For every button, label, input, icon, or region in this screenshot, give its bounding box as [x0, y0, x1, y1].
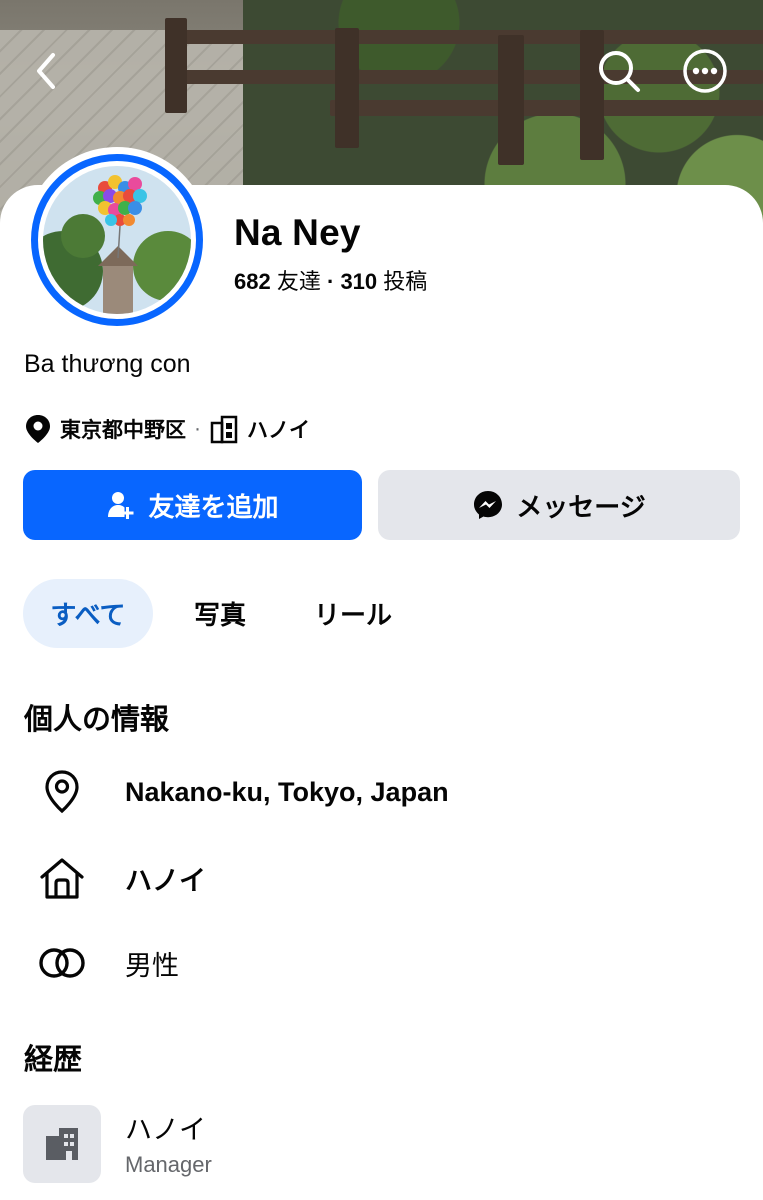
- map-pin-icon: [26, 415, 50, 443]
- stats-separator: ·: [326, 269, 335, 294]
- location-summary: 東京都中野区 · ハノイ: [24, 412, 310, 446]
- tab-photos[interactable]: 写真: [170, 579, 270, 648]
- info-hometown-row[interactable]: ハノイ: [0, 848, 763, 908]
- profile-bio: Ba thương con: [24, 350, 191, 378]
- home-icon: [36, 852, 88, 904]
- fence-rail: [330, 100, 763, 116]
- career-title: 経歴: [24, 1044, 83, 1076]
- message-button[interactable]: メッセージ: [378, 470, 740, 540]
- info-hometown-text: ハノイ: [125, 865, 206, 896]
- chevron-left-icon: [37, 53, 55, 89]
- posts-count: 310: [340, 269, 378, 294]
- more-horizontal-icon: [683, 49, 727, 93]
- profile-stats[interactable]: 682 友達 · 310 投稿: [234, 264, 427, 296]
- friends-count: 682: [234, 269, 271, 294]
- personal-info-title: 個人の情報: [24, 704, 170, 736]
- search-icon: [599, 51, 640, 92]
- profile-avatar[interactable]: [24, 147, 210, 333]
- fence-rail: [170, 30, 763, 44]
- building-icon: [210, 415, 238, 444]
- more-options-button[interactable]: [679, 45, 731, 97]
- fence-post: [165, 18, 187, 113]
- profile-name: Na Ney: [234, 212, 361, 253]
- back-button[interactable]: [20, 45, 72, 97]
- info-location-text: Nakano-ku, Tokyo, Japan: [125, 776, 449, 807]
- messenger-icon: [474, 491, 503, 519]
- current-city: 東京都中野区: [60, 419, 186, 442]
- workplace-icon[interactable]: [23, 1105, 101, 1183]
- career-workplace-name[interactable]: ハノイ: [125, 1108, 206, 1147]
- tab-all[interactable]: すべて: [23, 579, 153, 648]
- profile-card: [0, 185, 763, 1200]
- location-pin-outline-icon: [36, 766, 88, 818]
- search-button[interactable]: [593, 45, 645, 97]
- story-ring: [31, 154, 203, 326]
- info-gender-text: 男性: [125, 950, 179, 981]
- fence-rail: [180, 70, 763, 84]
- add-friend-label: 友達を追加: [148, 491, 279, 522]
- friends-label: 友達: [276, 269, 321, 294]
- add-friend-icon: [108, 492, 134, 519]
- message-label: メッセージ: [516, 491, 646, 522]
- info-gender-row: 男性: [0, 933, 763, 993]
- add-friend-button[interactable]: 友達を追加: [23, 470, 362, 540]
- fence-post: [498, 35, 524, 165]
- hometown-city: ハノイ: [247, 419, 310, 442]
- posts-label: 投稿: [383, 269, 428, 294]
- career-role: Manager: [125, 1152, 212, 1177]
- location-separator: ·: [194, 417, 201, 440]
- gender-rings-icon: [36, 937, 88, 989]
- avatar-image: [43, 166, 191, 314]
- info-location-row[interactable]: Nakano-ku, Tokyo, Japan: [0, 762, 763, 822]
- fence-post: [335, 28, 359, 148]
- tab-reels[interactable]: リール: [290, 579, 416, 648]
